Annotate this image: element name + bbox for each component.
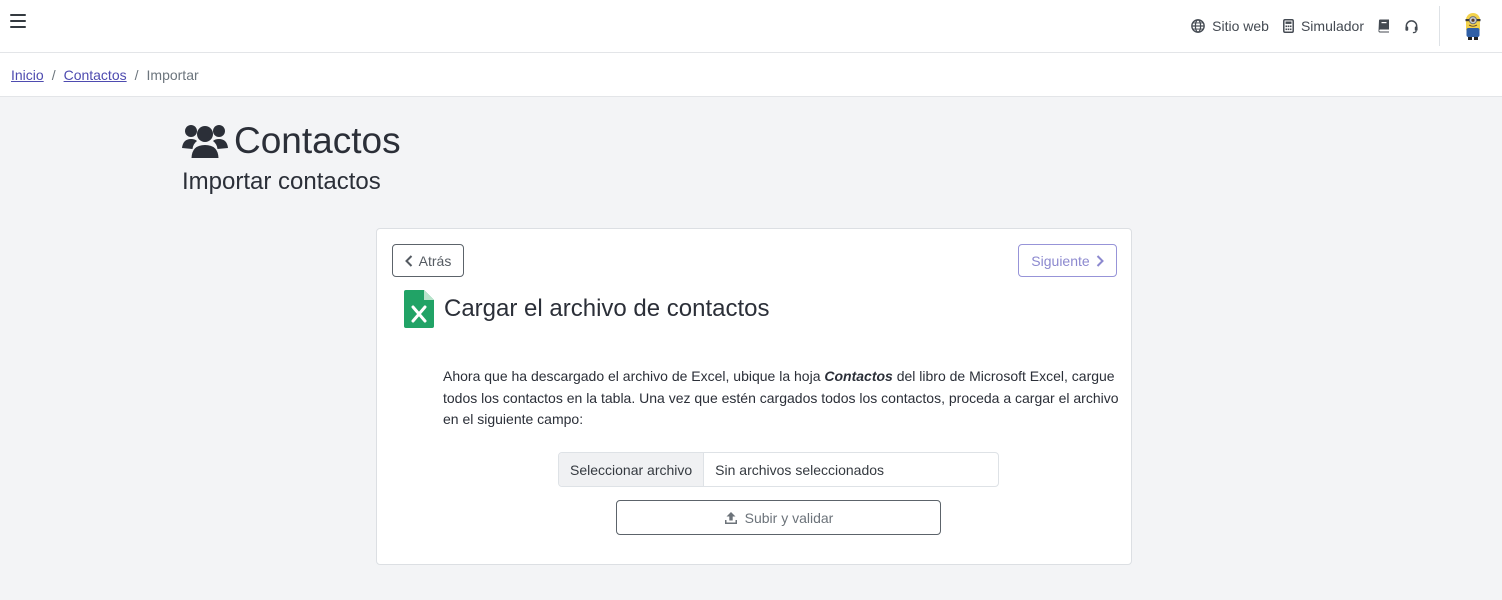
select-file-button[interactable]: Seleccionar archivo bbox=[559, 453, 705, 486]
sheet-name: Contactos bbox=[824, 368, 893, 384]
section-title: Cargar el archivo de contactos bbox=[444, 295, 770, 322]
globe-icon bbox=[1191, 19, 1205, 33]
headset-icon[interactable] bbox=[1404, 19, 1419, 34]
users-icon bbox=[182, 125, 228, 158]
breadcrumb-contacts[interactable]: Contactos bbox=[64, 67, 127, 83]
page-header: Contactos Importar contactos bbox=[182, 120, 401, 196]
file-input[interactable]: Seleccionar archivo Sin archivos selecci… bbox=[558, 452, 999, 487]
file-status: Sin archivos seleccionados bbox=[715, 461, 885, 478]
breadcrumb-separator: / bbox=[134, 66, 139, 83]
instructions-text: Ahora que ha descargado el archivo de Ex… bbox=[443, 368, 1119, 427]
page-subtitle: Importar contactos bbox=[182, 168, 381, 195]
website-link[interactable]: Sitio web bbox=[1191, 18, 1269, 34]
next-button[interactable]: Siguiente bbox=[1018, 244, 1117, 277]
excel-file-icon bbox=[404, 290, 434, 328]
breadcrumb-home[interactable]: Inicio bbox=[11, 67, 44, 83]
top-navbar: Sitio web Simulador bbox=[0, 0, 1502, 53]
chevron-right-icon bbox=[1096, 254, 1104, 267]
page-title-text: Contactos bbox=[234, 120, 401, 161]
book-icon[interactable] bbox=[1378, 19, 1390, 33]
section-header: Cargar el archivo de contactos bbox=[404, 290, 770, 328]
user-avatar[interactable] bbox=[1464, 11, 1482, 41]
navbar-right: Sitio web Simulador bbox=[1191, 0, 1502, 52]
breadcrumb-current: Importar bbox=[146, 66, 199, 83]
import-card: Atrás Siguiente Cargar el archivo de con… bbox=[376, 228, 1132, 565]
calculator-icon bbox=[1283, 19, 1294, 33]
navbar-divider bbox=[1439, 6, 1440, 46]
next-label: Siguiente bbox=[1031, 252, 1090, 269]
breadcrumb: Inicio / Contactos / Importar bbox=[0, 53, 1502, 97]
menu-icon[interactable] bbox=[10, 14, 26, 30]
upload-icon bbox=[724, 511, 737, 524]
chevron-left-icon bbox=[404, 254, 412, 267]
website-label: Sitio web bbox=[1212, 18, 1269, 34]
simulator-label: Simulador bbox=[1300, 18, 1364, 34]
upload-label: Subir y validar bbox=[744, 509, 834, 526]
upload-validate-button[interactable]: Subir y validar bbox=[616, 500, 941, 535]
simulator-link[interactable]: Simulador bbox=[1283, 18, 1364, 34]
back-button[interactable]: Atrás bbox=[392, 244, 464, 277]
breadcrumb-separator: / bbox=[51, 66, 56, 83]
back-label: Atrás bbox=[418, 252, 452, 269]
page-title: Contactos bbox=[182, 120, 401, 162]
